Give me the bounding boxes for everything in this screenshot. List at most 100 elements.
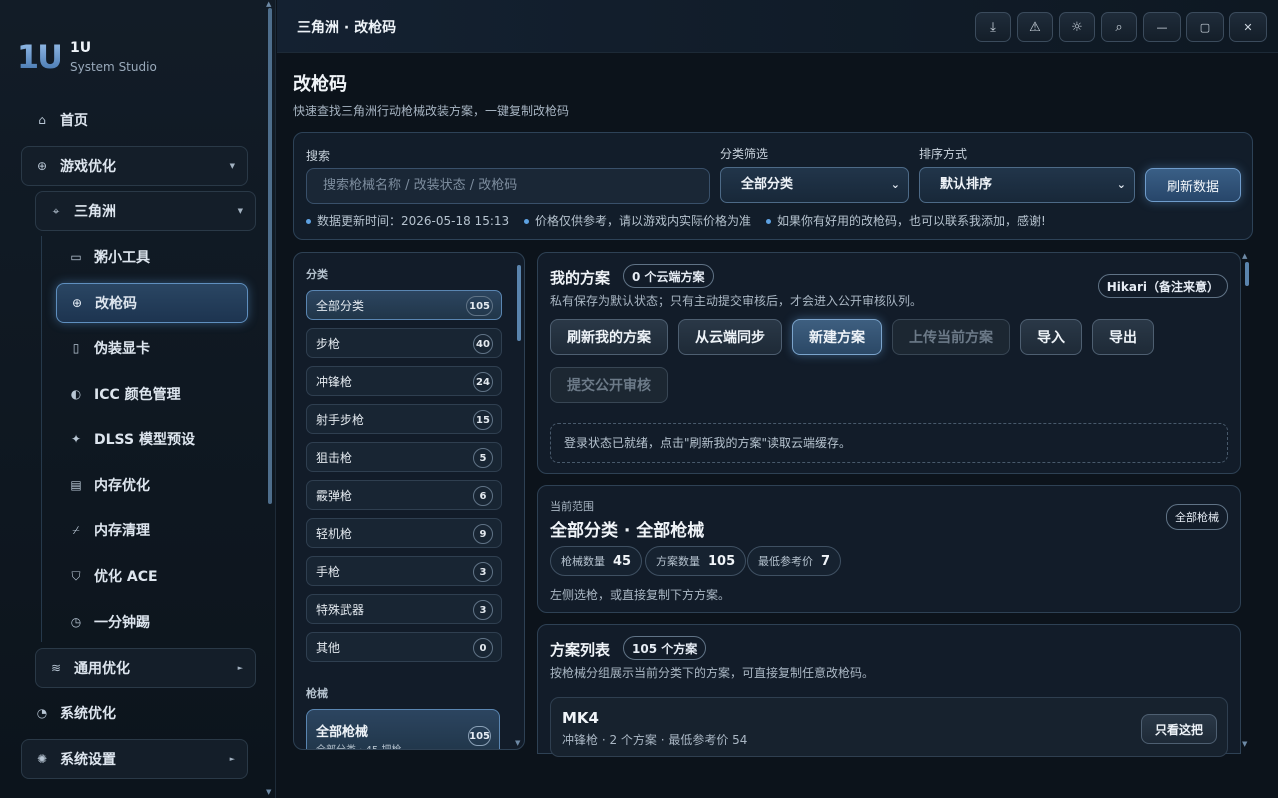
count-badge: 9 xyxy=(473,524,493,544)
tree-line xyxy=(41,236,42,642)
category-item[interactable]: 其他 0 xyxy=(306,632,502,662)
gun-name: MK4 xyxy=(562,709,599,727)
category-item[interactable]: 轻机枪 9 xyxy=(306,518,502,548)
sidebar-item-dlss[interactable]: ✦ DLSS 模型预设 xyxy=(68,429,195,449)
shield-icon: ⛉ xyxy=(71,568,81,583)
sidebar-item-icc[interactable]: ◐ ICC 颜色管理 xyxy=(68,384,181,404)
main-area: 三角洲 · 改枪码 ⤓ ⚠ ☼ ⌕ — ▢ ✕ 改枪码 快速查找三角洲行动枪械改… xyxy=(277,0,1278,798)
user-badge[interactable]: Hikari（备注来意） xyxy=(1097,274,1228,298)
only-this-gun-button[interactable]: 只看这把 xyxy=(1141,714,1217,744)
app-name: 1U xyxy=(70,40,92,56)
category-item[interactable]: 全部分类 105 xyxy=(306,290,502,320)
plan-count-badge: 105 个方案 xyxy=(623,636,707,660)
scroll-up-arrow[interactable]: ▲ xyxy=(266,0,271,8)
home-icon: ⌂ xyxy=(38,113,46,127)
count-badge: 0 xyxy=(473,638,493,658)
scope-label: 当前范围 xyxy=(550,500,594,513)
sidebar-item-label: 一分钟踢 xyxy=(94,615,150,631)
refresh-data-button[interactable]: 刷新数据 xyxy=(1145,168,1241,202)
sidebar-item-ace[interactable]: ⛉ 优化 ACE xyxy=(68,566,158,586)
gun-item-sub: 全部分类 · 45 把枪 xyxy=(316,741,401,749)
sidebar-item-mem-opt[interactable]: ▤ 内存优化 xyxy=(68,475,150,495)
sidebar-item-one-min[interactable]: ◷ 一分钟踢 xyxy=(68,612,150,632)
category-item[interactable]: 手枪 3 xyxy=(306,556,502,586)
my-plans-card: 我的方案 0 个云端方案 Hikari（备注来意） 私有保存为默认状态；只有主动… xyxy=(537,252,1241,474)
close-button[interactable]: ✕ xyxy=(1229,12,1267,42)
count-badge: 3 xyxy=(473,600,493,620)
sidebar-item-label: 改枪码 xyxy=(95,296,137,312)
sidebar-item-label: 优化 ACE xyxy=(94,569,158,585)
warning-icon: ⚠ xyxy=(1029,19,1041,35)
sort-select[interactable]: 默认排序 ⌄ xyxy=(919,167,1135,203)
refresh-my-plans-button[interactable]: 刷新我的方案 xyxy=(550,319,668,355)
warning-button[interactable]: ⚠ xyxy=(1017,12,1053,42)
stat-min-price: 最低参考价 7 xyxy=(747,546,842,576)
sidebar-item-tools[interactable]: ▭ 粥小工具 xyxy=(68,247,150,267)
sort-label: 排序方式 xyxy=(919,147,968,161)
download-icon: ⤓ xyxy=(990,19,996,35)
submit-review-button[interactable]: 提交公开审核 xyxy=(550,367,668,403)
sidebar-item-delta[interactable]: ⌖ 三角洲 ▼ xyxy=(35,191,256,231)
category-item[interactable]: 冲锋枪 24 xyxy=(306,366,502,396)
scroll-down-arrow[interactable]: ▼ xyxy=(515,739,520,747)
cloud-sync-button[interactable]: 从云端同步 xyxy=(678,319,782,355)
chevron-right-icon: ► xyxy=(237,664,243,672)
category-item[interactable]: 霰弹枪 6 xyxy=(306,480,502,510)
sidebar-item-home[interactable]: ⌂ 首页 xyxy=(34,110,88,130)
sidebar-item-label: 内存清理 xyxy=(94,523,150,539)
stat-plan-count: 方案数量 105 xyxy=(645,546,747,576)
update-time-note: 数据更新时间：2026-05-18 15:13 xyxy=(306,212,509,229)
upload-plan-button[interactable]: 上传当前方案 xyxy=(892,319,1010,355)
new-plan-button[interactable]: 新建方案 xyxy=(792,319,882,355)
count-badge: 3 xyxy=(473,562,493,582)
gun-item-selected[interactable]: 全部枪械 全部分类 · 45 把枪 105 xyxy=(306,709,500,749)
count-badge: 24 xyxy=(473,372,493,392)
count-badge: 15 xyxy=(473,410,493,430)
sidebar-item-mem-clean[interactable]: ⌿ 内存清理 xyxy=(68,520,150,540)
scroll-down-arrow[interactable]: ▼ xyxy=(1242,740,1247,748)
chevron-right-icon: ► xyxy=(229,755,235,763)
category-select[interactable]: 全部分类 ⌄ xyxy=(720,167,909,203)
scroll-down-arrow[interactable]: ▼ xyxy=(266,788,271,796)
count-badge: 105 xyxy=(466,296,493,316)
content-scrollbar[interactable] xyxy=(1245,262,1249,286)
category-item[interactable]: 狙击枪 5 xyxy=(306,442,502,472)
plan-list-title: 方案列表 xyxy=(550,641,611,659)
sidebar-item-sys-opt[interactable]: ◔ 系统优化 xyxy=(34,703,116,723)
category-item[interactable]: 步枪 40 xyxy=(306,328,502,358)
search-button[interactable]: ⌕ xyxy=(1101,12,1137,42)
theme-button[interactable]: ☼ xyxy=(1059,12,1095,42)
target-icon: ⌖ xyxy=(52,203,60,218)
sidebar-item-sys-settings[interactable]: ✺ 系统设置 ► xyxy=(21,739,248,779)
export-button[interactable]: 导出 xyxy=(1092,319,1154,355)
title-bar: 三角洲 · 改枪码 ⤓ ⚠ ☼ ⌕ — ▢ ✕ xyxy=(277,0,1278,53)
sidebar-item-label: ICC 颜色管理 xyxy=(94,387,181,403)
filter-panel: 搜索 搜索枪械名称 / 改装状态 / 改枪码 分类筛选 全部分类 ⌄ 排序方式 … xyxy=(293,132,1253,240)
maximize-icon: ▢ xyxy=(1199,20,1211,34)
sidebar-item-general-opt[interactable]: ≋ 通用优化 ► xyxy=(35,648,256,688)
sun-icon: ☼ xyxy=(1071,19,1083,35)
sidebar-item-label: DLSS 模型预设 xyxy=(94,432,195,448)
search-input[interactable]: 搜索枪械名称 / 改装状态 / 改枪码 xyxy=(306,168,710,204)
my-plans-desc: 私有保存为默认状态；只有主动提交审核后，才会进入公开审核队列。 xyxy=(550,294,923,308)
contact-note: 如果你有好用的改枪码，也可以联系我添加，感谢! xyxy=(766,212,1046,229)
my-plans-title: 我的方案 xyxy=(550,269,611,287)
minimize-button[interactable]: — xyxy=(1143,12,1181,42)
toolbox-icon: ▭ xyxy=(70,250,82,264)
category-scrollbar[interactable] xyxy=(517,265,521,341)
category-item[interactable]: 特殊武器 3 xyxy=(306,594,502,624)
download-button[interactable]: ⤓ xyxy=(975,12,1011,42)
minimize-icon: — xyxy=(1156,20,1168,34)
sidebar-item-gun-code[interactable]: ⊕ 改枪码 xyxy=(56,283,248,323)
clock-icon: ◷ xyxy=(70,615,82,629)
sidebar-item-game-opt[interactable]: ⊕ 游戏优化 ▼ xyxy=(21,146,248,186)
category-label: 分类筛选 xyxy=(720,147,769,161)
category-item[interactable]: 射手步枪 15 xyxy=(306,404,502,434)
sidebar-item-fake-gpu[interactable]: ▯ 伪装显卡 xyxy=(68,338,150,358)
search-label: 搜索 xyxy=(306,149,331,163)
import-button[interactable]: 导入 xyxy=(1020,319,1082,355)
scroll-up-arrow[interactable]: ▲ xyxy=(1242,252,1247,260)
sidebar-scrollbar[interactable] xyxy=(268,8,272,504)
maximize-button[interactable]: ▢ xyxy=(1186,12,1224,42)
scope-hint: 左侧选枪，或直接复制下方方案。 xyxy=(550,588,731,602)
